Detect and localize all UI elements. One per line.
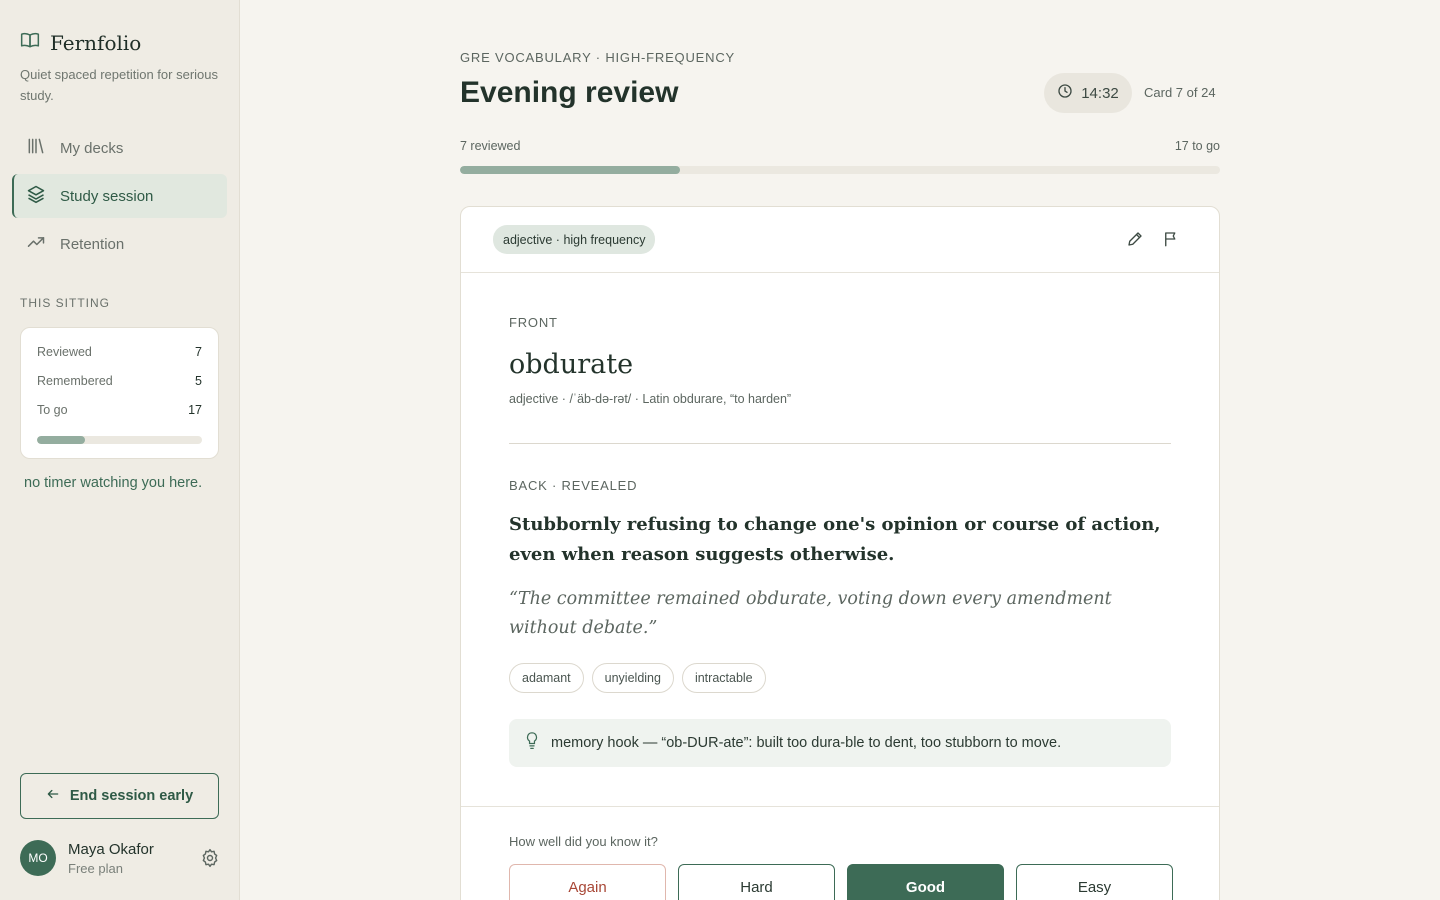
sidebar-note: no timer watching you here. [24,475,203,491]
card-count: Card 7 of 24 [1144,85,1216,100]
deck-eyebrow: GRE VOCABULARY · HIGH-FREQUENCY [460,50,735,65]
user-profile: MO Maya Okafor Free plan [20,838,220,878]
back-label: BACK · REVEALED [509,478,638,493]
sitting-progress-bar [37,436,202,444]
rating-divider [461,806,1219,807]
sitting-stats-card: Reviewed 7 Remembered 5 To go 17 [20,327,219,459]
stat-row-remembered: Remembered 5 [37,374,202,403]
stat-label: Reviewed [37,345,92,359]
gear-icon[interactable] [200,848,220,873]
page-title: Evening review [460,76,679,109]
user-plan: Free plan [68,860,123,876]
stat-row-to-go: To go 17 [37,403,202,432]
rate-again-button[interactable]: Again [509,864,666,900]
rating-question: How well did you know it? [509,834,658,849]
card-divider [509,443,1171,444]
synonym-chip: unyielding [591,663,674,693]
sitting-progress-fill [37,436,85,444]
flashcard: adjective · high frequency FRONT obdurat… [460,206,1220,900]
rate-easy-button[interactable]: Easy [1016,864,1173,900]
rate-hard-button[interactable]: Hard [678,864,835,900]
rate-good-button[interactable]: Good [847,864,1004,900]
example-sentence: “The committee remained obdurate, voting… [509,589,1112,638]
memory-hook: memory hook — “ob-DUR-ate”: built too du… [509,719,1171,767]
definition: Stubbornly refusing to change one's opin… [509,514,1161,565]
library-icon [26,136,46,160]
synonym-chip: intractable [681,663,766,693]
session-progress-bar [460,166,1220,174]
user-info: Maya Okafor Free plan [68,841,154,876]
nav-label: Retention [60,235,125,253]
word-meta: adjective · /ˈäb-də-rət/ · Latin obdurar… [509,392,792,406]
stat-value: 5 [195,374,202,388]
user-name: Maya Okafor [68,840,154,858]
timer-value: 14:32 [1081,84,1119,102]
nav-label: My decks [60,139,124,157]
session-progress-fill [460,166,681,174]
layers-icon [26,184,46,208]
to-go-label: 17 to go [1174,139,1220,153]
part-of-speech-chip: adjective · high frequency [493,225,656,254]
stat-row-reviewed: Reviewed 7 [37,345,202,374]
card-word: obdurate [509,349,634,380]
book-icon [20,30,40,55]
nav-item-my-decks[interactable]: My decks [12,126,227,170]
card-header: adjective · high frequency [461,207,1219,273]
synonym-list: adamant unyielding intractable [509,663,766,693]
pencil-icon[interactable] [1126,230,1144,253]
brand-name: Fernfolio [50,30,142,55]
end-session-label: End session early [69,788,194,804]
end-session-button[interactable]: End session early [20,773,219,819]
stat-value: 17 [188,403,202,417]
brand[interactable]: Fernfolio [20,30,141,55]
nav-item-study-session[interactable]: Study session [12,174,227,218]
sidebar: Fernfolio Quiet spaced repetition for se… [0,0,240,900]
session-timer: 14:32 [1044,73,1132,113]
avatar[interactable]: MO [20,840,56,876]
front-label: FRONT [509,315,558,330]
lightbulb-icon [525,732,539,754]
tagline: Quiet spaced repetition for serious stud… [20,67,218,103]
nav-label: Study session [60,187,154,205]
stat-label: To go [37,403,68,417]
sitting-label: THIS SITTING [20,296,110,310]
trend-up-icon [26,232,46,256]
clock-icon [1057,83,1073,103]
flag-icon[interactable] [1162,230,1180,253]
synonym-chip: adamant [509,663,584,693]
arrow-left-icon [46,787,60,805]
rating-buttons: Again Hard Good Easy [509,864,1173,900]
nav-item-retention[interactable]: Retention [12,222,227,266]
stat-value: 7 [195,345,202,359]
memory-hook-text: memory hook — “ob-DUR-ate”: built too du… [551,735,1062,751]
reviewed-label: 7 reviewed [460,139,521,153]
stat-label: Remembered [37,374,113,388]
